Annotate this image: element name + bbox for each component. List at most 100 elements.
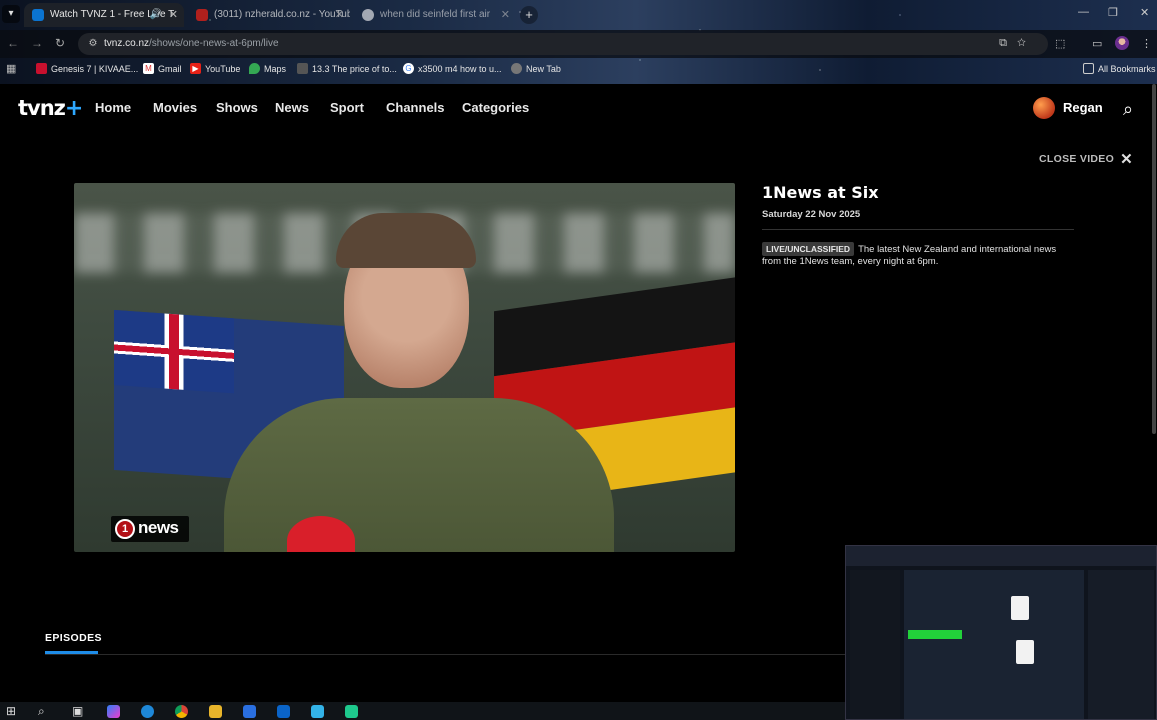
bookmark-label: Gmail — [158, 64, 182, 74]
tab-strip: ▾ Watch TVNZ 1 - Free Live T 🔊 ✕ (3011) … — [0, 0, 1157, 29]
screen: ▾ Watch TVNZ 1 - Free Live T 🔊 ✕ (3011) … — [0, 0, 1157, 720]
chrome-icon[interactable] — [175, 705, 188, 718]
forward-icon[interactable]: → — [31, 36, 43, 50]
logo-plus: + — [64, 96, 83, 121]
back-icon[interactable]: ← — [7, 36, 19, 50]
bookmark-item[interactable]: Genesis 7 | KIVAAE... — [36, 58, 138, 80]
tvnz-favicon-icon — [32, 9, 44, 21]
globe-icon — [511, 63, 522, 74]
1news-logo-number: 1 — [115, 519, 135, 539]
address-bar[interactable]: ⚙ tvnz.co.nz/shows/one-news-at-6pm/live … — [78, 33, 1048, 55]
bookmark-star-icon[interactable]: ☆ — [1017, 37, 1036, 49]
pip-card — [1011, 596, 1029, 620]
store-icon[interactable] — [243, 705, 256, 718]
tab-tvnz[interactable]: Watch TVNZ 1 - Free Live T 🔊 ✕ — [24, 3, 184, 27]
tab-title: when did seinfeld first air — [380, 9, 491, 20]
search-icon[interactable]: ⌕ — [38, 704, 45, 719]
app-icon[interactable] — [311, 705, 324, 718]
bookmark-item[interactable]: 13.3 The price of to... — [297, 58, 397, 80]
pip-chat-panel — [1088, 570, 1154, 719]
program-title: 1News at Six — [762, 183, 879, 202]
profile-avatar-icon[interactable] — [1115, 36, 1129, 50]
copilot-icon[interactable] — [107, 705, 120, 718]
video-player[interactable]: 1 news — [74, 183, 735, 552]
bookmarks-bar: Genesis 7 | KIVAAE... M Gmail ▶ YouTube Ma… — [0, 58, 1157, 80]
bookmark-label: YouTube — [205, 64, 241, 74]
cast-icon[interactable]: ▭ — [1092, 37, 1102, 50]
bookmark-label: 13.3 The price of to... — [312, 64, 397, 74]
bookmark-item[interactable]: New Tab — [511, 58, 561, 80]
nav-movies[interactable]: Movies — [153, 100, 197, 115]
tvnz-logo[interactable]: tvnz+ — [18, 96, 83, 121]
site-info-icon[interactable]: ⚙ — [86, 37, 100, 51]
user-name: Regan — [1063, 100, 1103, 115]
tab-title: (3011) nzherald.co.nz - YouTub — [214, 9, 350, 20]
pip-card — [1016, 640, 1034, 664]
logo-text: tvnz — [18, 96, 66, 120]
1news-logo-text: news — [138, 518, 179, 537]
presenter-hair — [336, 213, 476, 268]
classification-badge: LIVE/UNCLASSIFIED — [762, 242, 855, 256]
program-description: LIVE/UNCLASSIFIED The latest New Zealand … — [762, 242, 1074, 268]
pip-sidebar — [850, 570, 900, 719]
new-tab-icon[interactable]: + — [520, 6, 538, 24]
close-tab-icon[interactable]: ✕ — [335, 3, 344, 27]
install-icon[interactable]: ⧉ — [999, 37, 1017, 49]
tab-search-icon[interactable]: ▾ — [2, 5, 20, 23]
program-date: Saturday 22 Nov 2025 — [762, 209, 861, 220]
close-tab-icon[interactable]: ✕ — [501, 3, 510, 27]
maximize-icon[interactable]: ❐ — [1108, 6, 1118, 19]
page-icon — [297, 63, 308, 74]
reload-icon[interactable]: ↻ — [55, 36, 65, 50]
pip-green-button — [908, 630, 962, 639]
outlook-icon[interactable] — [277, 705, 290, 718]
taskbar: ⊞ ⌕ ▣ — [0, 702, 845, 720]
youtube-favicon-icon — [196, 9, 208, 21]
url-text[interactable]: tvnz.co.nz/shows/one-news-at-6pm/live — [104, 33, 279, 55]
edge-icon[interactable] — [141, 705, 154, 718]
tab-youtube[interactable]: (3011) nzherald.co.nz - YouTub ✕ — [188, 3, 350, 27]
close-tab-icon[interactable]: ✕ — [169, 3, 178, 27]
browser-chrome: ▾ Watch TVNZ 1 - Free Live T 🔊 ✕ (3011) … — [0, 0, 1157, 84]
pip-browser-bar — [846, 546, 1156, 566]
presenter-body — [224, 398, 614, 552]
bookmark-label: x3500 m4 how to u... — [418, 64, 502, 74]
pip-window[interactable] — [845, 545, 1157, 720]
tab-google[interactable]: when did seinfeld first air ✕ — [354, 3, 516, 27]
youtube-icon: ▶ — [190, 63, 201, 74]
url-path: /shows/one-news-at-6pm/live — [149, 38, 279, 49]
task-view-icon[interactable]: ▣ — [72, 704, 83, 718]
minimize-icon[interactable]: — — [1078, 6, 1089, 18]
nav-categories[interactable]: Categories — [462, 100, 529, 115]
nav-channels[interactable]: Channels — [386, 100, 445, 115]
nav-shows[interactable]: Shows — [216, 100, 258, 115]
file-explorer-icon[interactable] — [209, 705, 222, 718]
bookmark-label: Genesis 7 | KIVAAE... — [51, 64, 139, 74]
window-close-icon[interactable]: ✕ — [1140, 6, 1149, 19]
tab-episodes[interactable]: EPISODES — [45, 632, 102, 644]
search-icon[interactable]: ⌕ — [1123, 99, 1133, 120]
nav-home[interactable]: Home — [95, 100, 131, 115]
nav-sport[interactable]: Sport — [330, 100, 364, 115]
app-icon[interactable] — [345, 705, 358, 718]
bookmark-item[interactable]: M Gmail — [143, 58, 182, 80]
speaker-icon[interactable]: 🔊 — [150, 3, 162, 27]
folder-icon — [1083, 63, 1094, 74]
menu-icon[interactable]: ⋮ — [1141, 37, 1152, 50]
site-header: tvnz+ Home Movies Shows News Sport Chann… — [0, 84, 1157, 132]
extensions-icon[interactable]: ⬚ — [1055, 37, 1065, 50]
scrollbar[interactable] — [1152, 84, 1156, 434]
url-domain: tvnz.co.nz — [104, 38, 150, 49]
toolbar: ← → ↻ ⚙ tvnz.co.nz/shows/one-news-at-6pm… — [0, 30, 1157, 58]
bookmark-item[interactable]: Gx3500 m4 how to u... — [403, 58, 502, 80]
close-video-label: CLOSE VIDEO — [1039, 153, 1115, 165]
windows-start-icon[interactable]: ⊞ — [6, 704, 16, 718]
all-bookmarks[interactable]: All Bookmarks — [1083, 58, 1156, 80]
bookmark-item[interactable]: ▶ YouTube — [190, 58, 240, 80]
bookmark-icon — [36, 63, 47, 74]
gmail-icon: M — [143, 63, 154, 74]
bookmark-item[interactable]: Maps — [249, 58, 286, 80]
nav-news[interactable]: News — [275, 100, 309, 115]
close-video-button[interactable]: CLOSE VIDEO ✕ — [1039, 150, 1133, 168]
1news-watermark: 1 news — [111, 516, 189, 542]
